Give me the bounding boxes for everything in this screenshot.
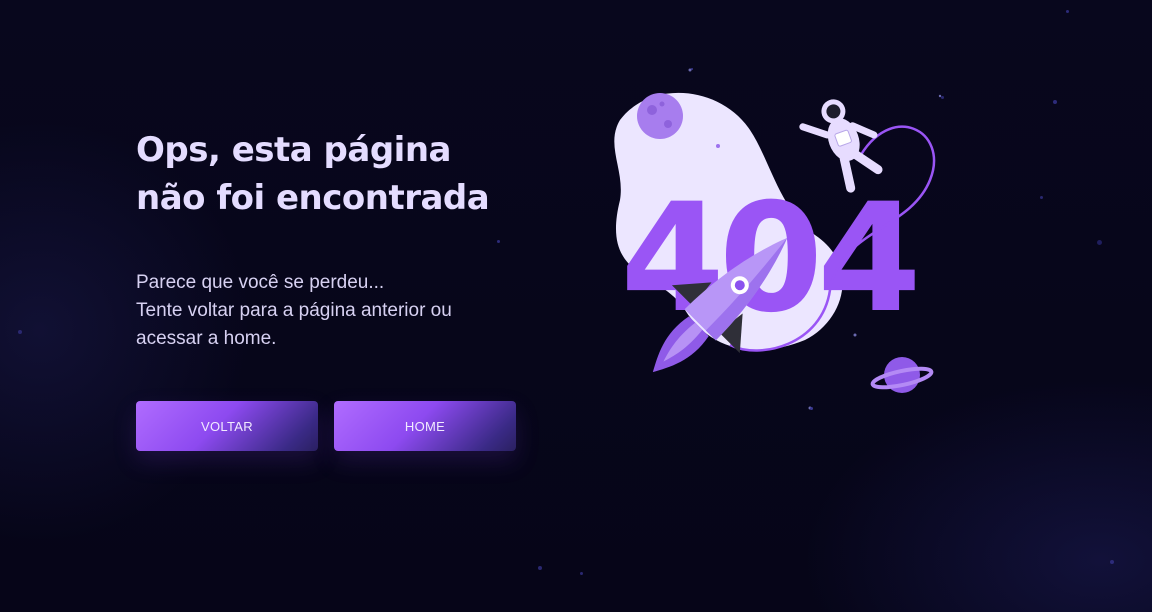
star-dot	[941, 96, 944, 99]
title-line-2: não foi encontrada	[136, 178, 490, 218]
not-found-page: Ops, esta página não foi encontrada Pare…	[0, 0, 1152, 612]
star-dot	[1053, 100, 1057, 104]
star-dot	[538, 566, 542, 570]
planet-icon	[870, 357, 934, 393]
star-dot	[18, 330, 22, 334]
description-line-3: acessar a home.	[136, 328, 277, 349]
page-title: Ops, esta página não foi encontrada	[136, 126, 566, 222]
back-button[interactable]: VOLTAR	[136, 401, 318, 451]
star-dot	[691, 68, 693, 70]
star-dot	[497, 240, 500, 243]
star-dot	[810, 407, 813, 410]
star-dot	[1110, 560, 1114, 564]
home-button[interactable]: HOME	[334, 401, 516, 451]
star-dot	[1066, 10, 1069, 13]
page-description: Parece que você se perdeu... Tente volta…	[136, 269, 536, 353]
title-line-1: Ops, esta página	[136, 130, 451, 170]
moon-icon	[637, 93, 683, 139]
description-line-1: Parece que você se perdeu...	[136, 272, 385, 293]
description-line-2: Tente voltar para a página anterior ou	[136, 300, 452, 321]
404-illustration: 404	[614, 68, 942, 410]
star-dot	[1040, 196, 1043, 199]
star-dot	[1097, 240, 1102, 245]
star-dot	[580, 572, 583, 575]
